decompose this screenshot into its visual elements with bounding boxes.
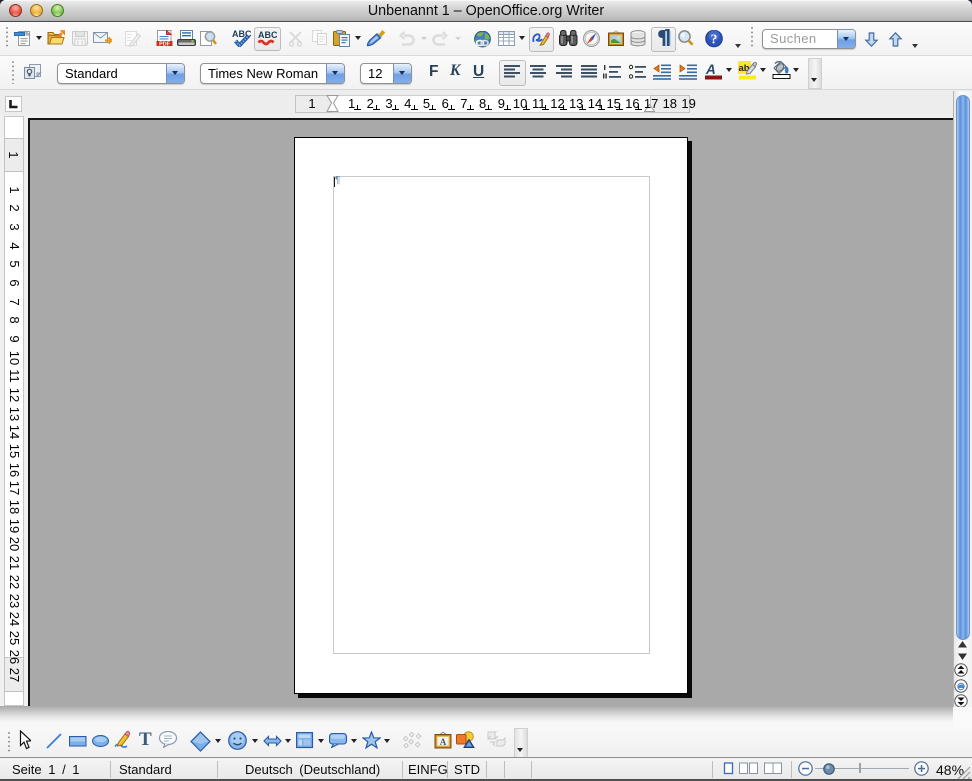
svg-text:A: A: [440, 737, 447, 747]
svg-text:PDF: PDF: [159, 41, 170, 46]
svg-text:ABC: ABC: [258, 30, 277, 40]
svg-text:?: ?: [711, 31, 718, 46]
svg-text:A: A: [705, 62, 716, 77]
